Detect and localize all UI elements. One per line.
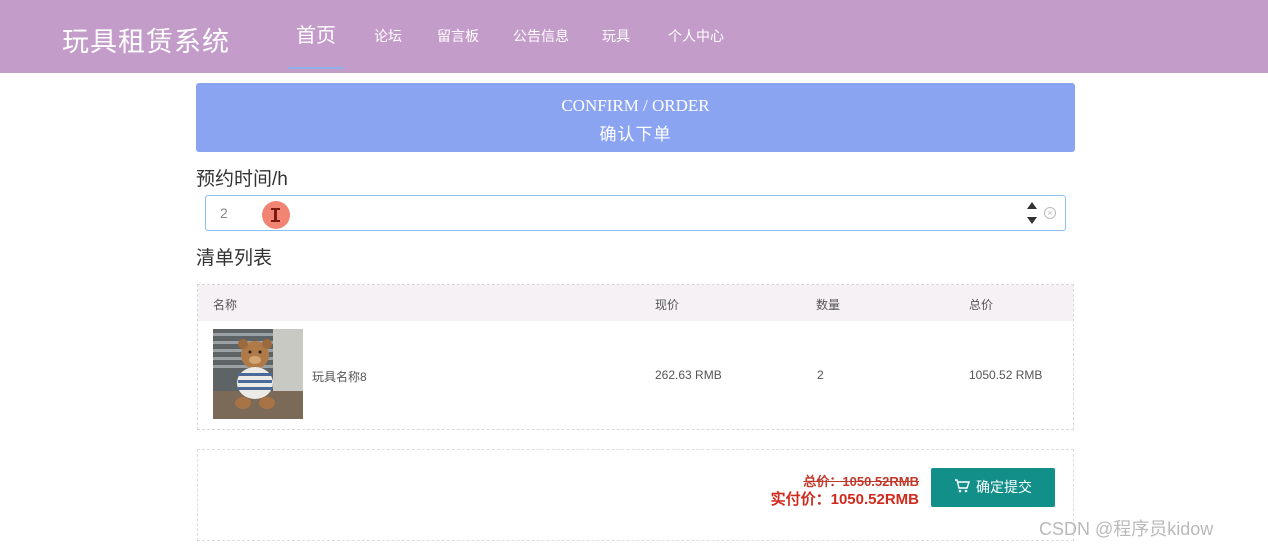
watermark-text: CSDN @程序员kidow <box>1039 519 1214 539</box>
top-navbar: 玩具租赁系统 首页 论坛 留言板 公告信息 玩具 个人中心 <box>0 0 1268 73</box>
text-cursor-icon <box>262 201 290 229</box>
toy-thumbnail <box>213 329 303 419</box>
order-summary: 总价：1050.52RMB 实付价：1050.52RMB 确定提交 <box>197 449 1074 541</box>
nav-item-message-board[interactable]: 留言板 <box>437 0 479 73</box>
nav-item-user-center[interactable]: 个人中心 <box>668 0 724 73</box>
confirm-submit-button[interactable]: 确定提交 <box>931 468 1055 507</box>
column-header-name: 名称 <box>213 298 238 312</box>
cart-icon <box>954 469 970 508</box>
actual-pay-price: 实付价：1050.52RMB <box>770 491 919 508</box>
toy-quantity: 2 <box>817 368 824 382</box>
confirm-order-banner: CONFIRM / ORDER 确认下单 <box>196 83 1075 152</box>
submit-button-label: 确定提交 <box>976 479 1032 495</box>
toy-total: 1050.52 RMB <box>969 368 1043 382</box>
table-header: 名称 现价 数量 总价 <box>198 285 1073 321</box>
toy-name[interactable]: 玩具名称8 <box>312 368 367 385</box>
nav-item-announcements[interactable]: 公告信息 <box>513 0 569 73</box>
banner-title-en: CONFIRM / ORDER <box>561 96 710 115</box>
main-nav: 首页 论坛 留言板 公告信息 玩具 个人中心 <box>0 0 1268 73</box>
spinner-down-icon[interactable] <box>1027 217 1037 224</box>
clear-icon[interactable]: × <box>1044 207 1056 219</box>
order-table: 名称 现价 数量 总价 玩具名称8 262.63 RMB 2 1050.52 R… <box>197 284 1074 430</box>
booking-time-value: 2 <box>220 205 228 221</box>
nav-item-toys[interactable]: 玩具 <box>602 0 630 73</box>
nav-item-forum[interactable]: 论坛 <box>374 0 402 73</box>
number-spinner[interactable] <box>1027 200 1037 226</box>
booking-time-label: 预约时间/h <box>196 169 288 190</box>
column-header-quantity: 数量 <box>816 298 841 312</box>
column-header-price: 现价 <box>655 298 680 312</box>
nav-item-home[interactable]: 首页 <box>288 0 344 73</box>
banner-title-cn: 确认下单 <box>599 125 672 144</box>
spinner-up-icon[interactable] <box>1027 202 1037 209</box>
toy-price: 262.63 RMB <box>655 368 722 382</box>
order-list-label: 清单列表 <box>196 248 273 269</box>
column-header-total: 总价 <box>969 298 994 312</box>
booking-time-input[interactable]: 2 × <box>205 195 1066 231</box>
